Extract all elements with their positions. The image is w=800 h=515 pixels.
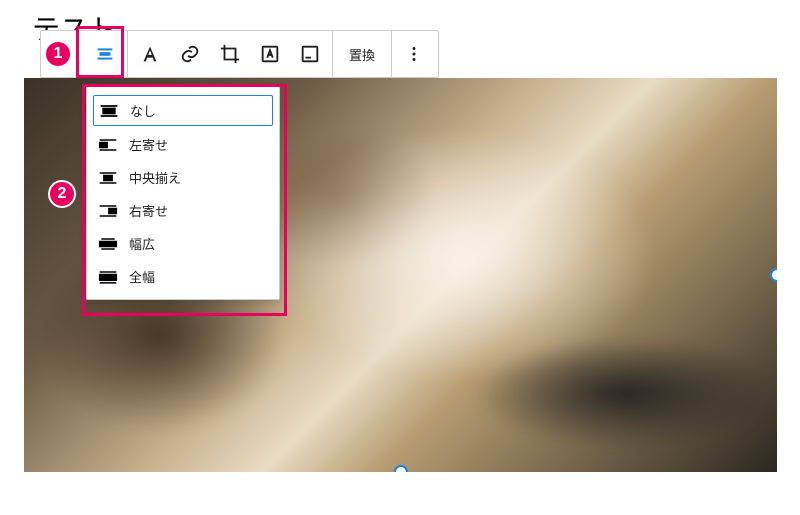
align-right-icon	[97, 202, 119, 220]
align-option-right[interactable]: 右寄せ	[87, 194, 279, 227]
resize-handle-bottom[interactable]	[394, 465, 408, 472]
alignment-dropdown: なし 左寄せ 中央揃え 右寄せ	[86, 86, 280, 300]
align-option-none[interactable]: なし	[93, 95, 273, 126]
annotation-badge-2: 2	[48, 180, 76, 208]
replace-button[interactable]: 置換	[335, 34, 389, 74]
align-button[interactable]	[85, 34, 125, 74]
crop-icon[interactable]	[210, 34, 250, 74]
align-wide-icon	[97, 235, 119, 253]
align-option-left[interactable]: 左寄せ	[87, 128, 279, 161]
block-toolbar: 置換	[40, 30, 439, 78]
align-option-label: 幅広	[129, 234, 155, 253]
caption-icon[interactable]	[290, 34, 330, 74]
annotation-badge-1: 1	[44, 40, 72, 68]
align-option-label: 中央揃え	[129, 168, 181, 187]
align-option-label: 全幅	[129, 267, 155, 286]
align-option-label: なし	[130, 101, 156, 120]
align-none-icon	[98, 102, 120, 120]
link-icon[interactable]	[170, 34, 210, 74]
align-option-wide[interactable]: 幅広	[87, 227, 279, 260]
align-option-label: 左寄せ	[129, 135, 168, 154]
resize-handle-right[interactable]	[770, 268, 777, 282]
text-over-image-icon[interactable]	[250, 34, 290, 74]
align-option-label: 右寄せ	[129, 201, 168, 220]
text-style-icon[interactable]	[130, 34, 170, 74]
align-full-icon	[97, 268, 119, 286]
align-option-center[interactable]: 中央揃え	[87, 161, 279, 194]
align-option-full[interactable]: 全幅	[87, 260, 279, 293]
align-left-icon	[97, 136, 119, 154]
more-options-icon[interactable]	[394, 34, 434, 74]
align-center-icon	[97, 169, 119, 187]
